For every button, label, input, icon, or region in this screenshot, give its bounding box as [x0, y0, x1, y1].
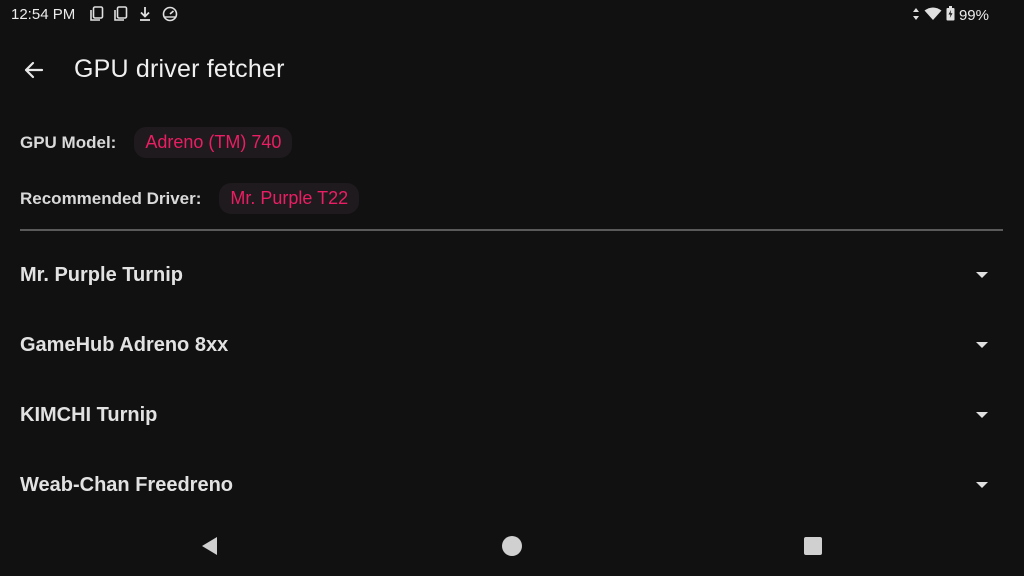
nav-recents-button[interactable] — [801, 534, 825, 558]
page-title: GPU driver fetcher — [74, 55, 285, 83]
driver-name: GameHub Adreno 8xx — [20, 334, 229, 356]
data-arrows-icon — [912, 7, 920, 25]
speedometer-icon — [162, 6, 178, 22]
gpu-model-row: GPU Model: Adreno (TM) 740 — [20, 127, 293, 158]
app-bar: GPU driver fetcher — [0, 44, 1024, 96]
driver-item-mr-purple-turnip[interactable]: Mr. Purple Turnip — [0, 246, 1024, 306]
recommended-driver-chip: Mr. Purple T22 — [219, 183, 360, 214]
dropdown-arrow-icon — [976, 342, 988, 348]
recommended-driver-label: Recommended Driver: — [20, 188, 202, 208]
driver-name: KIMCHI Turnip — [20, 404, 158, 426]
status-time: 12:54 PM — [11, 6, 76, 23]
driver-name: Weab-Chan Freedreno — [20, 474, 233, 496]
back-button[interactable] — [20, 56, 48, 84]
battery-icon — [946, 6, 955, 25]
notification-icons — [90, 6, 178, 22]
dropdown-arrow-icon — [976, 482, 988, 488]
status-right: 99% — [912, 6, 989, 25]
copy-icon — [90, 6, 104, 22]
back-triangle-icon — [202, 537, 217, 555]
driver-item-weab-chan-freedreno[interactable]: Weab-Chan Freedreno — [0, 456, 1024, 516]
wifi-icon — [924, 7, 942, 25]
divider — [20, 229, 1003, 231]
nav-bar — [0, 526, 1024, 566]
copy-icon — [114, 6, 128, 22]
driver-name: Mr. Purple Turnip — [20, 264, 183, 286]
nav-home-button[interactable] — [500, 534, 524, 558]
gpu-model-label: GPU Model: — [20, 132, 117, 152]
gpu-model-chip: Adreno (TM) 740 — [134, 127, 293, 158]
recents-square-icon — [804, 537, 822, 555]
dropdown-arrow-icon — [976, 272, 988, 278]
recommended-driver-row: Recommended Driver: Mr. Purple T22 — [20, 183, 360, 214]
dropdown-arrow-icon — [976, 412, 988, 418]
nav-back-button[interactable] — [198, 534, 222, 558]
battery-percent: 99% — [958, 7, 989, 24]
home-circle-icon — [502, 536, 522, 556]
status-bar: 12:54 PM 99% — [0, 0, 1024, 30]
download-icon — [138, 6, 152, 22]
driver-item-kimchi-turnip[interactable]: KIMCHI Turnip — [0, 386, 1024, 446]
screen: 12:54 PM 99% GPU driver fetcher GPU Mode… — [0, 0, 1024, 576]
driver-item-gamehub-adreno[interactable]: GameHub Adreno 8xx — [0, 316, 1024, 376]
back-arrow-icon — [24, 61, 44, 79]
